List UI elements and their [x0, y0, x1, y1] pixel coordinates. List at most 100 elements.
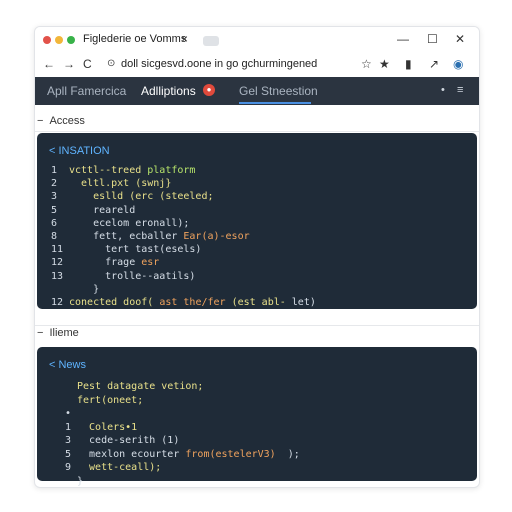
- code-token: Pest datagate vetion;: [77, 381, 204, 392]
- code-token: tert tast(esels): [69, 244, 202, 256]
- code-token: Colers•1: [77, 421, 138, 433]
- star-icon[interactable]: ★: [379, 57, 390, 71]
- code-token: (est abl-: [225, 297, 286, 308]
- code-line[interactable]: }: [69, 284, 99, 295]
- line-number: 1: [51, 165, 58, 176]
- section-divider: [35, 131, 479, 132]
- extension-icon[interactable]: ▮: [405, 57, 412, 71]
- line-number: •: [65, 408, 72, 419]
- line-number: 11: [51, 244, 64, 256]
- forward-icon[interactable]: →: [63, 57, 75, 71]
- code-token: ecelom eronall);: [69, 217, 190, 229]
- code-token: from(estelerV3): [179, 448, 276, 460]
- line-number: 8: [51, 231, 58, 242]
- back-icon[interactable]: ←: [43, 57, 55, 71]
- line-number: 3: [65, 435, 72, 446]
- tab-apll-famercica[interactable]: Apll Famercica: [47, 84, 126, 98]
- code-line[interactable]: Colers•1: [77, 422, 137, 433]
- code-token: frage: [69, 257, 136, 269]
- code-token: platform: [141, 165, 196, 176]
- collapse-icon[interactable]: −: [37, 115, 43, 127]
- browser-tab-title[interactable]: Figlederie oe Vomms: [83, 33, 186, 45]
- code-token: trolle--aatils): [69, 270, 196, 282]
- code-token: eltl.pxt (swnj}: [69, 178, 172, 190]
- line-number: 13: [51, 270, 64, 282]
- section-access-label: Access: [49, 115, 85, 127]
- code-token: let): [285, 297, 316, 308]
- tab-strip: Figlederie oe Vomms × — ☐ ✕: [35, 27, 479, 53]
- browser-window: Figlederie oe Vomms × — ☐ ✕ ← → C ⊙ doll…: [34, 26, 480, 488]
- url-field[interactable]: doll sicgesvd.oone in go gchurmingened: [121, 58, 317, 70]
- code-line[interactable]: wett-ceall);: [77, 462, 161, 473]
- maximize-window-icon[interactable]: ☐: [427, 32, 438, 46]
- code-line[interactable]: vcttl--treed platform: [69, 165, 195, 176]
- maximize-dot-icon[interactable]: [67, 36, 75, 44]
- code-token: esr: [135, 257, 160, 269]
- code-panel-access: < INSATION 1 vcttl--treed platform 2 eltl.…: [37, 133, 477, 309]
- code-line[interactable]: ecelom eronall);: [69, 218, 189, 229]
- panel-title[interactable]: < INSATION: [49, 145, 110, 157]
- collapse-icon[interactable]: −: [37, 327, 43, 339]
- notification-badge: ●: [203, 84, 215, 96]
- lock-icon: ⊙: [107, 58, 116, 69]
- new-tab-button[interactable]: [203, 36, 219, 46]
- share-icon[interactable]: ↗: [429, 57, 439, 71]
- panel-title[interactable]: < News: [49, 359, 86, 371]
- code-line[interactable]: mexlon ecourter from(estelerV3) );: [77, 449, 300, 460]
- code-line[interactable]: eltl.pxt (swnj}: [69, 178, 171, 189]
- code-line[interactable]: frage esr: [69, 257, 159, 268]
- active-tab-indicator: [239, 102, 311, 104]
- line-number: 9: [65, 462, 72, 473]
- close-window-icon[interactable]: ✕: [455, 32, 465, 46]
- section-divider: [35, 325, 479, 326]
- code-token: wett-ceall);: [77, 462, 162, 473]
- code-line[interactable]: reareld: [69, 205, 135, 216]
- line-number: 12: [51, 297, 64, 308]
- code-token: conected doof(: [69, 297, 154, 308]
- address-bar: ← → C ⊙ doll sicgesvd.oone in go gchurmi…: [35, 53, 479, 78]
- line-number: 5: [51, 204, 58, 216]
- code-token: fett, ecballer: [69, 231, 178, 242]
- line-number: 12: [51, 257, 64, 269]
- code-line[interactable]: Pest datagate vetion;: [77, 381, 203, 392]
- code-line[interactable]: }: [77, 476, 83, 487]
- minimize-window-icon[interactable]: —: [397, 32, 409, 46]
- section-ilieme-label: Ilieme: [49, 327, 79, 339]
- code-token: mexlon ecourter: [77, 448, 180, 460]
- app-header: Apll Famercica Adlliptions ● Gel Stneest…: [35, 77, 479, 105]
- section-access-header[interactable]: − Access: [37, 115, 85, 127]
- code-token: );: [275, 448, 300, 460]
- code-token: eslld (erc (steeled;: [69, 191, 214, 203]
- code-token: }: [77, 475, 84, 487]
- code-line[interactable]: fert(oneet;: [77, 395, 143, 406]
- code-token: cede-serith (1): [77, 435, 180, 446]
- code-line[interactable]: fett, ecballer Ear(a)-esor: [69, 231, 250, 242]
- line-number: 6: [51, 217, 58, 229]
- bookmark-icon[interactable]: ☆: [361, 57, 372, 71]
- code-token: }: [69, 283, 100, 295]
- code-line[interactable]: cede-serith (1): [77, 435, 179, 446]
- close-dot-icon[interactable]: [43, 36, 51, 44]
- line-number: 5: [65, 448, 72, 460]
- dot-icon[interactable]: •: [441, 84, 445, 96]
- code-token: ast the/fer: [153, 297, 226, 308]
- code-line[interactable]: tert tast(esels): [69, 244, 201, 255]
- code-token: fert(oneet;: [77, 394, 144, 406]
- profile-icon[interactable]: ◉: [453, 57, 463, 71]
- menu-icon[interactable]: ≡: [457, 84, 463, 96]
- line-number: 2: [51, 178, 58, 190]
- code-token: vcttl--treed: [69, 165, 142, 176]
- tab-gel-stneestion[interactable]: Gel Stneestion: [239, 84, 318, 98]
- tab-adlliptions[interactable]: Adlliptions: [141, 84, 196, 98]
- code-line[interactable]: trolle--aatils): [69, 271, 195, 282]
- code-panel-news: < News Pest datagate vetion; fert(oneet; •…: [37, 347, 477, 487]
- close-tab-icon[interactable]: ×: [181, 32, 188, 46]
- line-number: 3: [51, 191, 58, 203]
- minimize-dot-icon[interactable]: [55, 36, 63, 44]
- code-line[interactable]: eslld (erc (steeled;: [69, 191, 214, 203]
- code-line[interactable]: conected doof( ast the/fer (est abl- let…: [69, 297, 316, 308]
- code-token: Ear(a)-esor: [177, 231, 250, 242]
- section-ilieme-header[interactable]: − Ilieme: [37, 327, 79, 339]
- code-token: reareld: [69, 204, 136, 216]
- reload-icon[interactable]: C: [83, 57, 92, 71]
